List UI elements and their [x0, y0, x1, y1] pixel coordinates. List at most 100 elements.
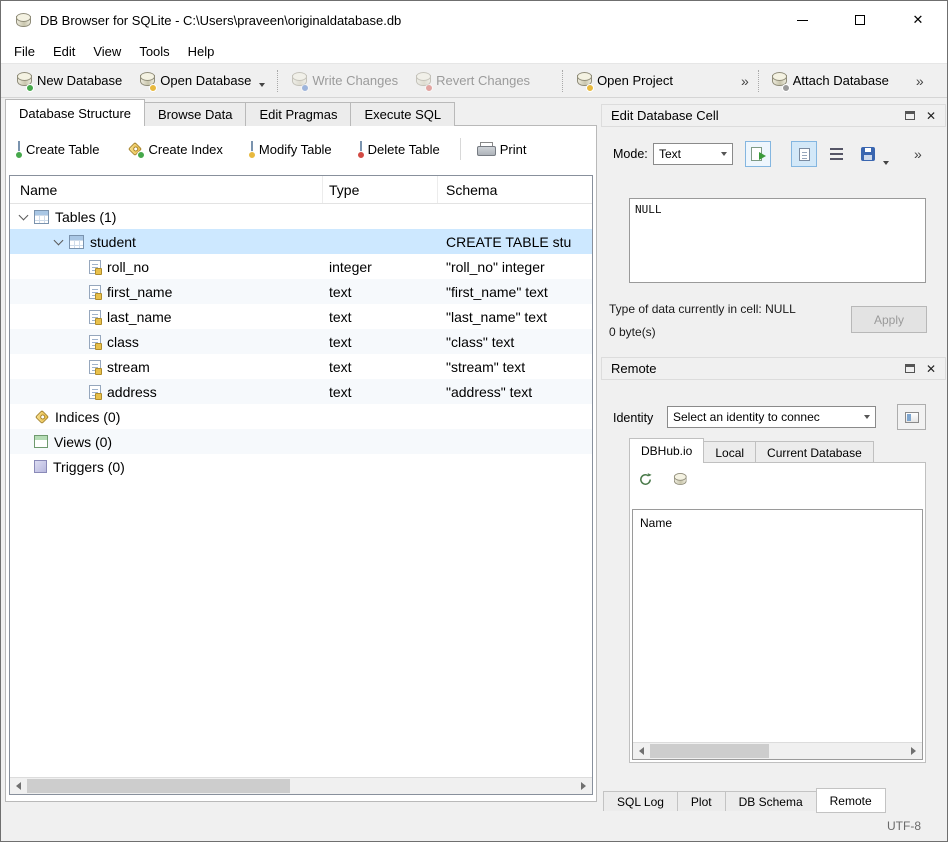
scrollbar-thumb[interactable]	[650, 744, 769, 758]
remote-content: Name	[629, 462, 926, 763]
scroll-left-button[interactable]	[10, 778, 27, 794]
toolbar-overflow-button[interactable]: »	[736, 73, 754, 89]
delete-table-label: Delete Table	[368, 142, 440, 157]
scrollbar-track[interactable]	[650, 743, 905, 759]
identity-label: Identity	[613, 411, 653, 425]
clone-database-button[interactable]	[671, 471, 687, 487]
scroll-right-button[interactable]	[575, 778, 592, 794]
identity-settings-button[interactable]	[897, 404, 926, 430]
new-database-button[interactable]: New Database	[7, 66, 130, 95]
tree-schema: "class" text	[438, 334, 592, 350]
tab-dbhub[interactable]: DBHub.io	[629, 438, 704, 463]
print-button[interactable]: Print	[469, 136, 535, 163]
menu-view[interactable]: View	[84, 41, 130, 62]
identity-select[interactable]: Select an identity to connec	[667, 406, 876, 428]
tab-current-database[interactable]: Current Database	[755, 441, 874, 463]
tree-label: Views (0)	[54, 434, 112, 450]
open-project-button[interactable]: Open Project	[567, 66, 681, 95]
tab-browse-data[interactable]: Browse Data	[144, 102, 246, 126]
column-header-name[interactable]: Name	[10, 176, 323, 203]
text-mode-button[interactable]	[791, 141, 817, 167]
chevron-down-icon[interactable]	[19, 212, 28, 221]
scroll-right-button[interactable]	[905, 743, 922, 759]
tab-remote[interactable]: Remote	[816, 788, 886, 813]
menu-edit[interactable]: Edit	[44, 41, 84, 62]
mode-select[interactable]: Text	[653, 143, 733, 165]
field-icon	[89, 360, 101, 374]
tree-row-class[interactable]: class text "class" text	[10, 329, 592, 354]
edit-cell-overflow-button[interactable]: »	[909, 146, 927, 162]
tab-sql-log[interactable]: SQL Log	[603, 791, 678, 813]
tab-local[interactable]: Local	[703, 441, 756, 463]
maximize-button[interactable]	[831, 1, 889, 39]
app-window: DB Browser for SQLite - C:\Users\praveen…	[0, 0, 948, 842]
tab-plot[interactable]: Plot	[677, 791, 726, 813]
field-icon	[89, 260, 101, 274]
tree-row-triggers[interactable]: Triggers (0)	[10, 454, 592, 479]
horizontal-scrollbar[interactable]	[10, 777, 592, 794]
tree-row-roll-no[interactable]: roll_no integer "roll_no" integer	[10, 254, 592, 279]
revert-changes-button[interactable]: Revert Changes	[406, 66, 538, 95]
scroll-left-button[interactable]	[633, 743, 650, 759]
apply-button[interactable]: Apply	[851, 306, 927, 333]
export-button[interactable]	[855, 141, 881, 167]
scrollbar-track[interactable]	[27, 778, 575, 794]
create-index-button[interactable]: Create Index	[119, 136, 230, 163]
tree-schema: CREATE TABLE stu	[438, 234, 592, 250]
titlebar: DB Browser for SQLite - C:\Users\praveen…	[1, 1, 947, 39]
write-changes-button[interactable]: Write Changes	[282, 66, 406, 95]
open-database-button[interactable]: Open Database	[130, 66, 273, 95]
float-panel-icon[interactable]	[905, 364, 915, 373]
triggers-icon	[34, 460, 47, 473]
schema-tree: Name Type Schema Tables (1) student CREA…	[9, 175, 593, 795]
tab-execute-sql[interactable]: Execute SQL	[350, 102, 455, 126]
tab-db-schema[interactable]: DB Schema	[725, 791, 817, 813]
toolbar-overflow-button[interactable]: »	[911, 73, 929, 89]
import-button[interactable]	[745, 141, 771, 167]
menu-file[interactable]: File	[5, 41, 44, 62]
tree-row-address[interactable]: address text "address" text	[10, 379, 592, 404]
horizontal-scrollbar[interactable]	[633, 742, 922, 759]
attach-database-button[interactable]: Attach Database	[763, 66, 897, 95]
scrollbar-thumb[interactable]	[27, 779, 290, 793]
close-button[interactable]	[889, 1, 947, 39]
main-tab-bar: Database Structure Browse Data Edit Prag…	[5, 99, 454, 126]
float-panel-icon[interactable]	[905, 111, 915, 120]
cell-editor[interactable]: NULL	[629, 198, 926, 283]
create-table-button[interactable]: Create Table	[10, 136, 107, 163]
open-database-dropdown-icon[interactable]	[259, 83, 265, 87]
menu-tools[interactable]: Tools	[130, 41, 178, 62]
tree-row-first-name[interactable]: first_name text "first_name" text	[10, 279, 592, 304]
toolbar-separator	[758, 70, 759, 92]
field-icon	[89, 285, 101, 299]
tab-database-structure[interactable]: Database Structure	[5, 99, 145, 126]
indices-icon	[34, 409, 49, 424]
close-panel-icon[interactable]	[926, 361, 936, 376]
delete-table-button[interactable]: Delete Table	[352, 136, 448, 163]
refresh-button[interactable]	[638, 472, 653, 487]
views-icon	[34, 435, 48, 448]
tree-label: Tables (1)	[55, 209, 116, 225]
tree-row-stream[interactable]: stream text "stream" text	[10, 354, 592, 379]
tree-row-tables[interactable]: Tables (1)	[10, 204, 592, 229]
column-header-type[interactable]: Type	[323, 176, 438, 203]
toolbar-separator	[277, 70, 278, 92]
tab-edit-pragmas[interactable]: Edit Pragmas	[245, 102, 351, 126]
tables-icon	[34, 210, 49, 224]
word-wrap-button[interactable]	[823, 141, 849, 167]
tree-row-student[interactable]: student CREATE TABLE stu	[10, 229, 592, 254]
tree-row-views[interactable]: Views (0)	[10, 429, 592, 454]
tree-label: stream	[107, 359, 150, 375]
tree-row-last-name[interactable]: last_name text "last_name" text	[10, 304, 592, 329]
close-panel-icon[interactable]	[926, 108, 936, 123]
modify-table-button[interactable]: Modify Table	[243, 136, 340, 163]
export-dropdown-icon[interactable]	[883, 161, 889, 165]
chevron-down-icon[interactable]	[54, 237, 63, 246]
menu-help[interactable]: Help	[179, 41, 224, 62]
minimize-button[interactable]	[773, 1, 831, 39]
remote-database-list[interactable]: Name	[632, 509, 923, 760]
chevron-down-icon	[858, 407, 875, 427]
column-header-schema[interactable]: Schema	[438, 176, 592, 203]
tree-row-indices[interactable]: Indices (0)	[10, 404, 592, 429]
tree-label: Triggers (0)	[53, 459, 125, 475]
